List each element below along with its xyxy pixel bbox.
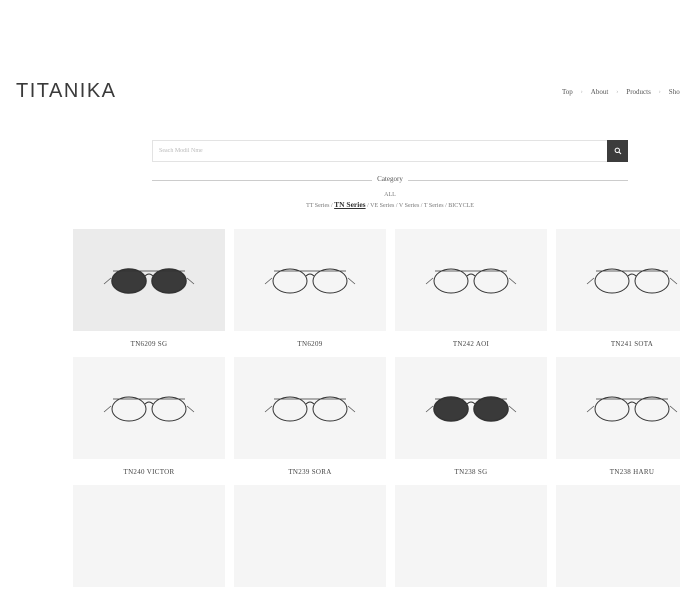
product-card[interactable]: TN240 VICTOR xyxy=(73,357,225,476)
filter-ve-series[interactable]: VE Series xyxy=(370,203,394,209)
product-name[interactable]: TN240 VICTOR xyxy=(73,468,225,476)
product-card[interactable]: TN241 SOTA xyxy=(556,229,680,348)
product-card[interactable]: TN239 SORA xyxy=(234,357,386,476)
product-name[interactable]: TN6209 xyxy=(234,340,386,348)
category-label: Category xyxy=(377,175,403,183)
product-image[interactable] xyxy=(395,357,547,459)
product-card[interactable] xyxy=(556,485,680,596)
product-name[interactable]: TN6209 SG xyxy=(73,340,225,348)
nav-products[interactable]: Products xyxy=(626,88,651,96)
product-card[interactable]: TN6209 SG xyxy=(73,229,225,348)
filter-bicycle[interactable]: BICYCLE xyxy=(448,203,474,209)
glasses-icon xyxy=(264,268,356,294)
product-image[interactable] xyxy=(556,229,680,331)
filter-all[interactable]: ALL xyxy=(0,191,680,200)
brand-logo[interactable]: TITANIKA xyxy=(16,80,117,103)
glasses-icon xyxy=(425,396,517,422)
product-name[interactable]: TN238 HARU xyxy=(556,468,680,476)
search-icon xyxy=(614,147,621,155)
product-name[interactable]: TN239 SORA xyxy=(234,468,386,476)
product-image[interactable] xyxy=(556,485,680,587)
filter-tn-series[interactable]: TN Series xyxy=(334,200,365,209)
product-card[interactable] xyxy=(73,485,225,596)
chevron-icon: › xyxy=(616,89,619,95)
filter-tt-series[interactable]: TT Series xyxy=(306,203,329,209)
product-card[interactable] xyxy=(395,485,547,596)
glasses-icon xyxy=(264,396,356,422)
series-filter-list: TT Series / TN Series / VE Series / V Se… xyxy=(306,200,474,209)
glasses-icon xyxy=(103,268,195,294)
main-nav: Top › About › Products › Shop xyxy=(562,88,680,96)
product-image[interactable] xyxy=(234,229,386,331)
product-image[interactable] xyxy=(234,357,386,459)
product-card[interactable]: TN242 AOI xyxy=(395,229,547,348)
glasses-icon xyxy=(586,268,678,294)
product-name[interactable]: TN241 SOTA xyxy=(556,340,680,348)
product-card[interactable]: TN238 SG xyxy=(395,357,547,476)
chevron-icon: › xyxy=(580,89,583,95)
search-button[interactable] xyxy=(607,140,628,162)
product-card[interactable]: TN238 HARU xyxy=(556,357,680,476)
chevron-icon: › xyxy=(658,89,661,95)
search-bar xyxy=(152,140,628,162)
product-image[interactable] xyxy=(73,485,225,587)
category-heading: Category xyxy=(152,174,628,186)
glasses-icon xyxy=(425,268,517,294)
product-image[interactable] xyxy=(395,485,547,587)
product-name[interactable]: TN242 AOI xyxy=(395,340,547,348)
product-image[interactable] xyxy=(395,229,547,331)
filter-t-series[interactable]: T Series xyxy=(424,203,444,209)
product-name[interactable]: TN238 SG xyxy=(395,468,547,476)
product-card[interactable]: TN6209 xyxy=(234,229,386,348)
filter-v-series[interactable]: V Series xyxy=(399,203,419,209)
glasses-icon xyxy=(586,396,678,422)
product-image[interactable] xyxy=(234,485,386,587)
product-image[interactable] xyxy=(73,229,225,331)
category-filters: ALL TT Series / TN Series / VE Series / … xyxy=(0,191,680,211)
product-card[interactable] xyxy=(234,485,386,596)
search-input[interactable] xyxy=(152,140,607,162)
product-image[interactable] xyxy=(556,357,680,459)
glasses-icon xyxy=(103,396,195,422)
product-image[interactable] xyxy=(73,357,225,459)
nav-about[interactable]: About xyxy=(591,88,609,96)
nav-shop[interactable]: Shop xyxy=(669,88,680,96)
nav-top[interactable]: Top xyxy=(562,88,573,96)
